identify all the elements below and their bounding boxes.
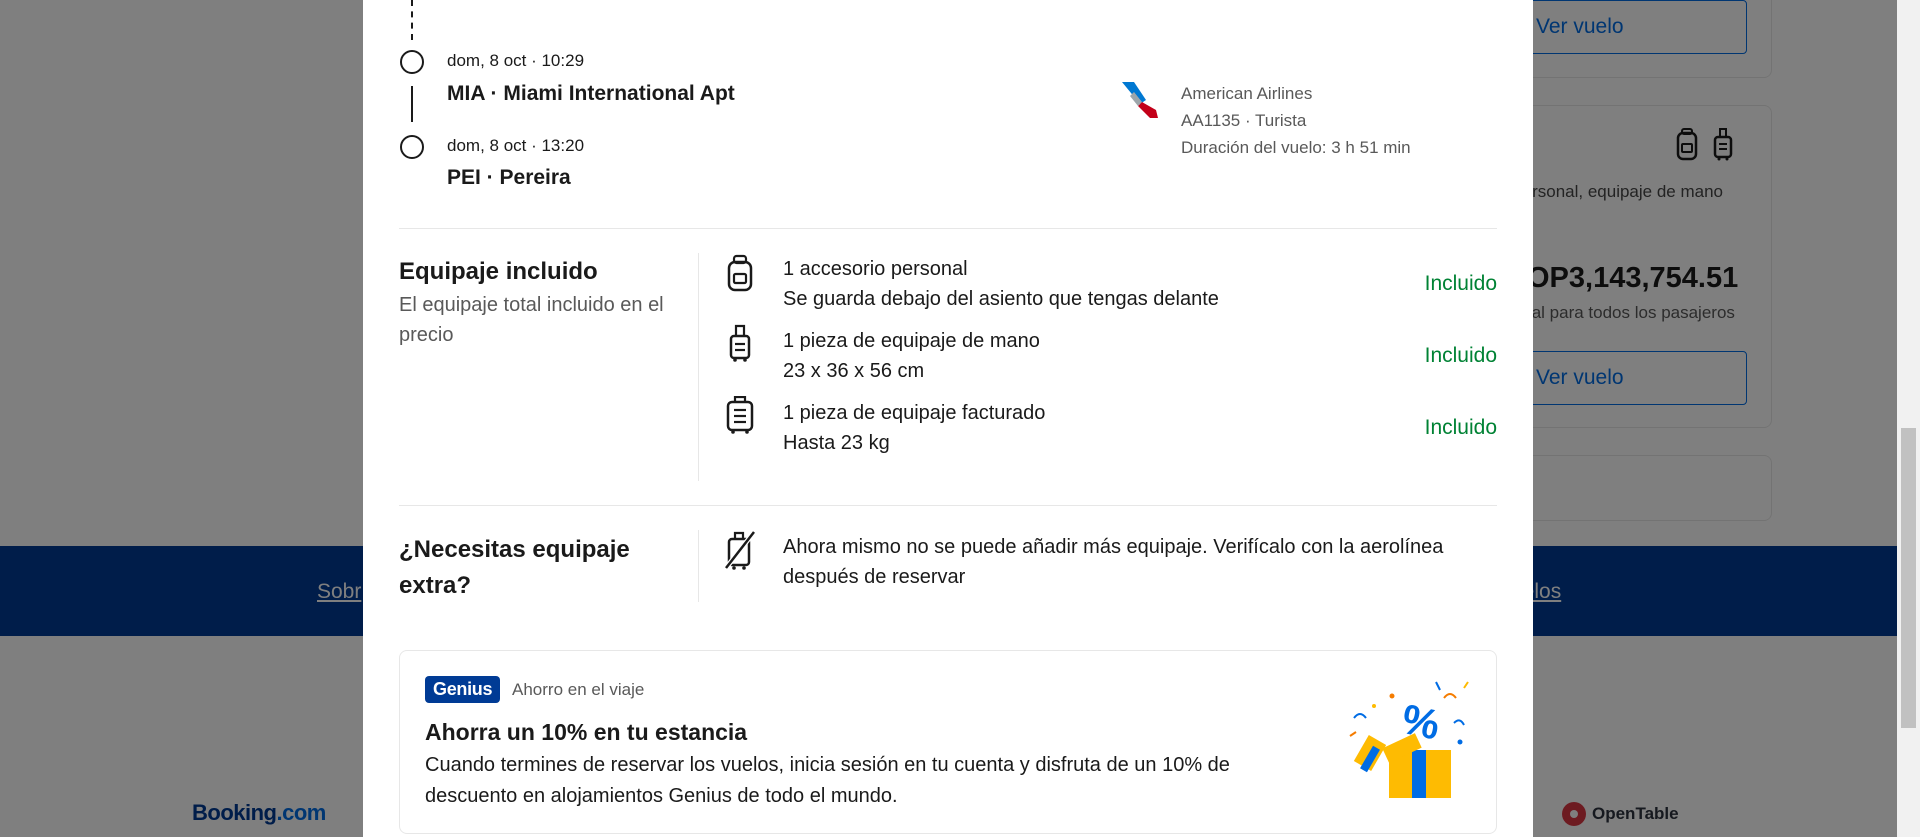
departure-marker-icon	[400, 50, 424, 74]
bag-name-personal: 1 accesorio personal	[783, 258, 968, 280]
baggage-section-title: Equipaje incluido	[399, 258, 598, 285]
bag-detail-personal: Se guarda debajo del asiento que tengas …	[783, 288, 1219, 310]
column-divider	[698, 253, 699, 481]
genius-title: Ahorra un 10% en tu estancia	[425, 719, 748, 745]
bag-status-checked: Incluido	[1424, 416, 1497, 439]
genius-promo-card: Genius Ahorro en el viaje Ahorra un 10% …	[399, 650, 1497, 834]
bag-detail-cabin: 23 x 36 x 56 cm	[783, 360, 925, 382]
bag-detail-checked: Hasta 23 kg	[783, 432, 890, 454]
bag-status-cabin: Incluido	[1424, 344, 1497, 367]
extra-baggage-title-line1: ¿Necesitas equipaje	[399, 536, 630, 563]
column-divider	[698, 530, 699, 602]
checked-bag-icon	[726, 396, 754, 434]
gift-box-percent-icon: %	[1349, 681, 1469, 798]
bag-status-personal: Incluido	[1424, 272, 1497, 295]
timeline-dashed-line	[411, 0, 413, 40]
bag-name-checked: 1 pieza de equipaje facturado	[783, 402, 1046, 424]
genius-description: Cuando termines de reservar los vuelos, …	[425, 754, 1230, 807]
flight-duration: Duración del vuelo: 3 h 51 min	[1181, 138, 1411, 157]
american-airlines-logo-icon	[1122, 82, 1158, 118]
no-baggage-icon	[724, 530, 756, 570]
arrival-airport: PEI · Pereira	[447, 166, 571, 189]
arrival-time: dom, 8 oct · 13:20	[447, 136, 585, 155]
timeline-line	[411, 86, 413, 122]
departure-time: dom, 8 oct · 10:29	[447, 51, 585, 70]
scrollbar-thumb[interactable]	[1901, 428, 1916, 728]
page-scrollbar[interactable]	[1897, 0, 1920, 837]
section-divider	[399, 228, 1497, 229]
personal-item-icon	[727, 254, 753, 292]
section-divider	[399, 505, 1497, 506]
departure-airport: MIA · Miami International Apt	[447, 82, 735, 105]
svg-text:%: %	[1398, 695, 1444, 749]
genius-badge: Genius	[425, 676, 501, 703]
flight-number: AA1135 · Turista	[1181, 111, 1307, 130]
airline-name: American Airlines	[1181, 84, 1313, 103]
flight-details-modal: dom, 8 oct · 10:29 MIA · Miami Internati…	[363, 0, 1533, 837]
airline-info: American Airlines AA1135 · Turista Durac…	[1181, 80, 1411, 161]
arrival-marker-icon	[400, 135, 424, 159]
extra-baggage-text: Ahora mismo no se puede añadir más equip…	[783, 536, 1444, 588]
genius-subtitle: Ahorro en el viaje	[512, 680, 645, 699]
cabin-bag-icon	[729, 324, 751, 362]
extra-baggage-title-line2: extra?	[399, 572, 472, 599]
baggage-section-subtitle: El equipaje total incluido en el precio	[399, 294, 664, 346]
bag-name-cabin: 1 pieza de equipaje de mano	[783, 330, 1040, 352]
